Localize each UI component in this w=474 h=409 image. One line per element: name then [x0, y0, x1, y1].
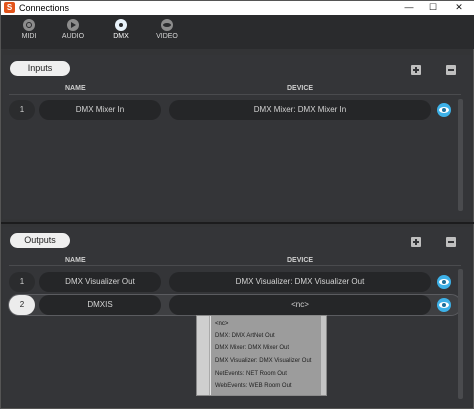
tab-audio-label: AUDIO	[61, 33, 85, 40]
inputs-scrollbar[interactable]	[458, 99, 463, 211]
row-device-select[interactable]: <nc>	[169, 295, 431, 315]
tab-video-label: VIDEO	[156, 33, 178, 40]
app-logo-icon: S	[4, 2, 15, 13]
tab-dmx-label: DMX	[113, 33, 129, 40]
outputs-scrollbar[interactable]	[458, 269, 463, 399]
dropdown-option[interactable]: NetEvents: NET Room Out	[215, 368, 287, 380]
row-device-select[interactable]: DMX Mixer: DMX Mixer In	[169, 100, 431, 120]
inputs-header-button[interactable]: Inputs	[10, 61, 70, 76]
maximize-button[interactable]: ☐	[421, 1, 445, 15]
row-index: 1	[9, 100, 35, 120]
dropdown-left-gutter	[197, 316, 210, 395]
play-icon	[67, 19, 79, 31]
add-output-plus-icon[interactable]	[411, 237, 421, 247]
device-dropdown: <nc> DMX: DMX ArtNet Out DMX Mixer: DMX …	[196, 315, 327, 396]
row-name-field[interactable]: DMX Mixer In	[39, 100, 161, 120]
remove-input-minus-icon[interactable]	[446, 65, 456, 75]
window-title: Connections	[19, 3, 70, 13]
outputs-header-button[interactable]: Outputs	[10, 233, 70, 248]
dropdown-option[interactable]: DMX Mixer: DMX Mixer Out	[215, 342, 289, 354]
outputs-header-divider	[9, 265, 461, 266]
eye-icon	[161, 19, 173, 31]
midi-port-icon	[23, 19, 35, 31]
row-index: 2	[9, 295, 35, 315]
dropdown-options-list: <nc> DMX: DMX ArtNet Out DMX Mixer: DMX …	[211, 316, 321, 395]
dropdown-scroll-gutter[interactable]	[321, 316, 326, 395]
input-row[interactable]: 1 DMX Mixer In DMX Mixer: DMX Mixer In	[9, 100, 461, 120]
outputs-col-device: DEVICE	[287, 257, 314, 264]
inputs-col-device: DEVICE	[287, 85, 314, 92]
tab-dmx[interactable]: DMX	[101, 19, 141, 47]
tab-midi-label: MIDI	[21, 33, 37, 40]
connections-window: S Connections — ☐ ✕ MIDI AUDIO DMX VIDEO…	[0, 0, 474, 409]
connection-type-tabs: MIDI AUDIO DMX VIDEO	[1, 15, 474, 49]
section-splitter[interactable]	[1, 222, 474, 224]
monitor-eye-icon[interactable]	[437, 298, 451, 312]
title-bar: S Connections — ☐ ✕	[1, 1, 474, 15]
row-device-select[interactable]: DMX Visualizer: DMX Visualizer Out	[169, 272, 431, 292]
tab-midi[interactable]: MIDI	[9, 19, 49, 47]
inputs-col-name: NAME	[65, 85, 86, 92]
tab-video[interactable]: VIDEO	[147, 19, 187, 47]
outputs-col-name: NAME	[65, 257, 86, 264]
tab-audio[interactable]: AUDIO	[53, 19, 93, 47]
dropdown-option[interactable]: DMX: DMX ArtNet Out	[215, 330, 275, 342]
dropdown-option[interactable]: <nc>	[215, 318, 228, 330]
minimize-button[interactable]: —	[397, 1, 421, 15]
monitor-eye-icon[interactable]	[437, 103, 451, 117]
dropdown-option[interactable]: WebEvents: WEB Room Out	[215, 380, 292, 392]
row-index: 1	[9, 272, 35, 292]
output-row[interactable]: 1 DMX Visualizer Out DMX Visualizer: DMX…	[9, 272, 461, 292]
inputs-header-divider	[9, 94, 461, 95]
monitor-eye-icon[interactable]	[437, 275, 451, 289]
inputs-section: Inputs NAME DEVICE 1 DMX Mixer In DMX Mi…	[3, 55, 471, 219]
dropdown-option[interactable]: DMX Visualizer: DMX Visualizer Out	[215, 355, 311, 367]
output-row-selected[interactable]: 2 DMXIS <nc>	[8, 294, 462, 316]
remove-output-minus-icon[interactable]	[446, 237, 456, 247]
close-button[interactable]: ✕	[447, 1, 471, 15]
add-input-plus-icon[interactable]	[411, 65, 421, 75]
dmx-icon	[115, 19, 127, 31]
row-name-field[interactable]: DMXIS	[39, 295, 161, 315]
row-name-field[interactable]: DMX Visualizer Out	[39, 272, 161, 292]
